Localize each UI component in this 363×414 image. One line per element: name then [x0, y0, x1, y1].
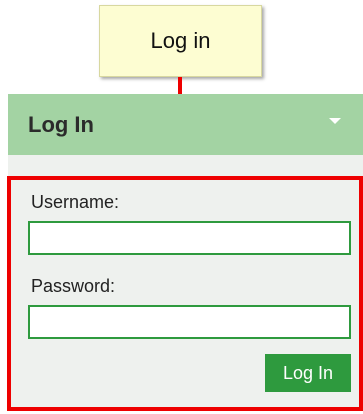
username-input[interactable]: [28, 221, 351, 255]
tooltip-callout: Log in: [99, 5, 262, 77]
username-label: Username:: [31, 192, 120, 212]
panel-title: Log In: [28, 111, 94, 137]
chevron-down-icon[interactable]: [329, 118, 341, 124]
tooltip-label: Log in: [150, 28, 211, 53]
login-panel-header[interactable]: Log In: [8, 94, 363, 155]
login-button[interactable]: Log In: [265, 354, 351, 392]
password-input[interactable]: [28, 305, 351, 339]
panel-body: [8, 155, 363, 176]
password-label: Password:: [31, 276, 116, 296]
login-form-highlight: Username: Password: Log In: [7, 176, 363, 411]
